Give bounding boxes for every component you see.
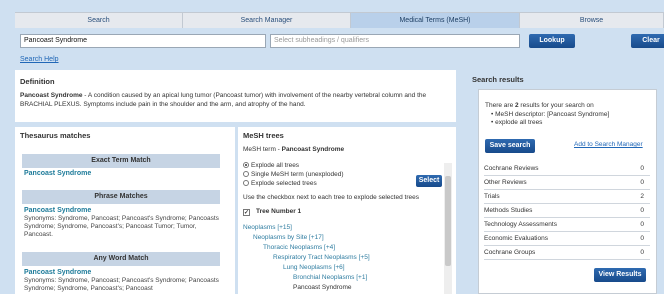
results-summary-post: results for your search on — [518, 102, 594, 109]
results-row[interactable]: Economic Evaluations 0 — [484, 232, 650, 246]
results-row[interactable]: Technology Assessments 0 — [484, 218, 650, 232]
tree-number-row: ✓ Tree Number 1 — [243, 208, 301, 216]
definition-term: Pancoast Syndrome — [20, 92, 83, 99]
tab-bar: Search Search Manager Medical Terms (MeS… — [15, 12, 664, 28]
any-word-match-header: Any Word Match — [22, 252, 220, 266]
results-bullet: • MeSH descriptor: [Pancoast Syndrome] — [491, 111, 610, 118]
results-row-label: Other Reviews — [484, 179, 527, 186]
results-summary-pre: There are — [485, 102, 515, 109]
explode-selected-option[interactable]: Explode selected trees — [243, 180, 317, 187]
subheadings-input[interactable]: Select subheadings / qualifiers — [270, 34, 520, 48]
tree-node[interactable]: Neoplasms [+15] — [243, 224, 292, 231]
single-term-label: Single MeSH term (unexploded) — [251, 171, 344, 178]
definition-heading: Definition — [20, 77, 55, 86]
tree-node[interactable]: Lung Neoplasms [+6] — [283, 264, 345, 271]
results-bullet-text: explode all trees — [495, 119, 543, 126]
results-row[interactable]: Cochrane Reviews 0 — [484, 162, 650, 176]
add-to-search-manager-link[interactable]: Add to Search Manager — [574, 141, 643, 148]
results-row-count: 0 — [640, 207, 644, 214]
results-row[interactable]: Trials 2 — [484, 190, 650, 204]
view-results-button[interactable]: View Results — [594, 268, 646, 282]
phrase-match-term[interactable]: Pancoast Syndrome — [24, 207, 91, 214]
tree-node[interactable]: Respiratory Tract Neoplasms [+5] — [273, 254, 370, 261]
search-help-link[interactable]: Search Help — [20, 56, 59, 63]
tree-node[interactable]: Bronchial Neoplasms [+1] — [293, 274, 367, 281]
results-row[interactable]: Cochrane Groups 0 — [484, 246, 650, 260]
clear-button[interactable]: Clear — [631, 34, 664, 48]
tree-node[interactable]: Thoracic Neoplasms [+4] — [263, 244, 335, 251]
explode-selected-label: Explode selected trees — [251, 180, 317, 187]
phrase-match-synonyms: Synonyms: Syndrome, Pancoast; Pancoast's… — [24, 215, 219, 238]
results-row-label: Cochrane Reviews — [484, 165, 539, 172]
mesh-term-line: MeSH term - Pancoast Syndrome — [243, 146, 344, 153]
thesaurus-heading: Thesaurus matches — [20, 131, 91, 140]
tab-medical-terms[interactable]: Medical Terms (MeSH) — [351, 12, 520, 28]
select-button[interactable]: Select — [416, 175, 442, 187]
explode-all-label: Explode all trees — [251, 162, 300, 169]
results-row-count: 0 — [640, 221, 644, 228]
tree-scrollbar-thumb[interactable] — [445, 176, 451, 266]
mesh-trees-heading: MeSH trees — [243, 131, 284, 140]
results-row-label: Economic Evaluations — [484, 235, 548, 242]
search-results-heading: Search results — [472, 75, 524, 84]
radio-explode-all[interactable] — [243, 162, 249, 168]
results-row-count: 0 — [640, 165, 644, 172]
tree-number-label: Tree Number 1 — [256, 208, 302, 215]
results-row-count: 0 — [640, 235, 644, 242]
explode-all-option[interactable]: Explode all trees — [243, 162, 299, 169]
results-row[interactable]: Methods Studies 0 — [484, 204, 650, 218]
any-word-match-term[interactable]: Pancoast Syndrome — [24, 269, 91, 276]
single-term-option[interactable]: Single MeSH term (unexploded) — [243, 171, 344, 178]
any-word-match-synonyms: Synonyms: Syndrome, Pancoast; Pancoast's… — [24, 277, 219, 292]
tab-search-manager[interactable]: Search Manager — [183, 12, 351, 28]
tree-checkbox[interactable]: ✓ — [243, 209, 250, 216]
results-summary: There are 2 results for your search on — [485, 102, 594, 109]
tab-browse[interactable]: Browse — [520, 12, 664, 28]
results-row-label: Trials — [484, 193, 500, 200]
results-row-label: Cochrane Groups — [484, 249, 536, 256]
results-row-label: Methods Studies — [484, 207, 533, 214]
search-input[interactable]: Pancoast Syndrome — [20, 34, 266, 48]
results-bullet: • explode all trees — [491, 119, 543, 126]
phrase-match-header: Phrase Matches — [22, 190, 220, 204]
definition-text: Pancoast Syndrome - A condition caused b… — [20, 92, 448, 109]
results-row[interactable]: Other Reviews 0 — [484, 176, 650, 190]
exact-match-header: Exact Term Match — [22, 154, 220, 168]
save-search-button[interactable]: Save search — [485, 139, 535, 153]
tree-node-current: Pancoast Syndrome — [293, 284, 352, 291]
lookup-button[interactable]: Lookup — [529, 34, 575, 48]
mesh-term-name: Pancoast Syndrome — [281, 146, 345, 153]
results-row-count: 0 — [640, 179, 644, 186]
results-row-count: 0 — [640, 249, 644, 256]
results-row-label: Technology Assessments — [484, 221, 557, 228]
radio-explode-selected[interactable] — [243, 180, 249, 186]
tree-node[interactable]: Neoplasms by Site [+17] — [253, 234, 324, 241]
results-bullet-text: MeSH descriptor: [Pancoast Syndrome] — [495, 111, 610, 118]
mesh-term-prefix: MeSH term - — [243, 146, 282, 153]
exact-match-term[interactable]: Pancoast Syndrome — [24, 170, 91, 177]
tab-search[interactable]: Search — [15, 12, 183, 28]
tree-instructions: Use the checkbox next to each tree to ex… — [243, 194, 419, 201]
results-row-count: 2 — [640, 193, 644, 200]
radio-single-term[interactable] — [243, 171, 249, 177]
